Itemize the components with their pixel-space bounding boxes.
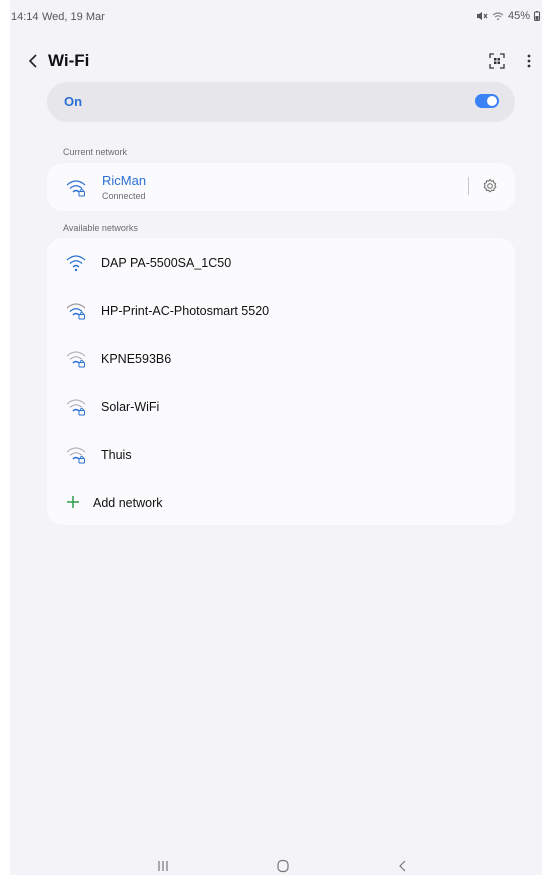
network-name: Thuis xyxy=(101,448,132,462)
back-icon xyxy=(399,860,406,872)
network-name: KPNE593B6 xyxy=(101,352,172,366)
home-button[interactable] xyxy=(274,859,292,873)
recents-icon xyxy=(158,861,168,871)
battery-percent: 45% xyxy=(507,10,530,22)
current-network-item[interactable]: RicMan Connected xyxy=(47,163,457,211)
network-name: DAP PA-5500SA_1C50 xyxy=(101,256,232,270)
available-networks-header: Available networks xyxy=(63,223,138,233)
network-name: HP-Print-AC-Photosmart 5520 xyxy=(101,304,270,318)
current-network-card: RicMan Connected xyxy=(47,163,515,211)
wifi-toggle-label: On xyxy=(64,94,83,109)
network-item[interactable]: Solar-WiFi xyxy=(47,384,515,430)
add-network-label: Add network xyxy=(93,496,163,510)
battery-icon xyxy=(534,11,540,21)
wifi-lock-icon xyxy=(66,180,86,197)
wifi-switch[interactable] xyxy=(475,94,499,108)
wifi-lock-icon xyxy=(66,399,86,416)
network-settings-button[interactable] xyxy=(481,177,499,195)
divider xyxy=(468,177,469,195)
recent-apps-button[interactable] xyxy=(154,859,172,873)
more-options-button[interactable] xyxy=(522,50,536,72)
network-item[interactable]: HP-Print-AC-Photosmart 5520 xyxy=(47,288,515,334)
current-network-status: Connected xyxy=(102,191,146,201)
app-bar: Wi-Fi xyxy=(10,44,542,78)
more-vertical-icon xyxy=(527,54,531,68)
mute-icon xyxy=(476,12,488,20)
status-bar: 14:14 Wed, 19 Mar 45% xyxy=(10,0,542,34)
system-nav-bar xyxy=(10,855,542,875)
back-button[interactable] xyxy=(24,50,44,72)
wifi-lock-icon xyxy=(66,351,86,368)
home-icon xyxy=(277,859,289,873)
current-network-header: Current network xyxy=(63,147,128,157)
wifi-status-icon xyxy=(492,12,504,21)
qr-code-icon xyxy=(489,53,505,69)
network-item[interactable]: Thuis xyxy=(47,432,515,478)
plus-icon xyxy=(67,496,79,508)
nav-back-button[interactable] xyxy=(394,859,412,873)
add-network-button[interactable]: Add network xyxy=(47,480,515,526)
switch-knob xyxy=(487,96,497,106)
wifi-icon xyxy=(66,255,86,272)
network-item[interactable]: DAP PA-5500SA_1C50 xyxy=(47,240,515,286)
current-network-name: RicMan xyxy=(102,173,147,188)
available-networks-card: DAP PA-5500SA_1C50 HP-Print-AC-Photosmar… xyxy=(47,238,515,525)
gear-icon xyxy=(483,178,497,193)
wifi-lock-icon xyxy=(66,447,86,464)
qr-scan-button[interactable] xyxy=(488,52,506,70)
network-item[interactable]: KPNE593B6 xyxy=(47,336,515,382)
status-date: Wed, 19 Mar xyxy=(42,11,105,23)
network-name: Solar-WiFi xyxy=(101,400,160,414)
wifi-toggle-row[interactable]: On xyxy=(47,82,515,122)
status-icons: 45% xyxy=(476,10,540,22)
wifi-lock-icon xyxy=(66,303,86,320)
wifi-settings-screen: 14:14 Wed, 19 Mar 45% Wi-Fi On Current n… xyxy=(10,0,542,875)
status-time: 14:14 xyxy=(11,11,39,23)
chevron-left-icon xyxy=(28,54,37,68)
page-title: Wi-Fi xyxy=(48,51,90,70)
